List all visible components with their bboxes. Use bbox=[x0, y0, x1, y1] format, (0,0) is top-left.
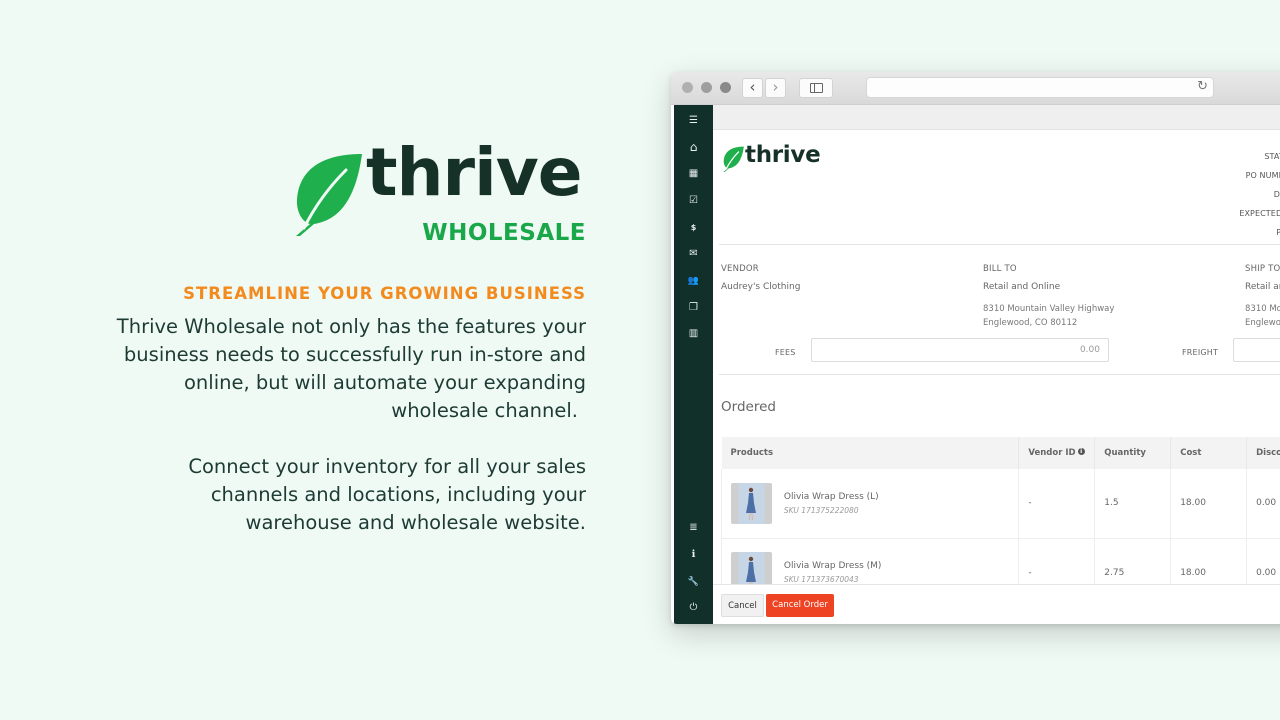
status-label: STATUS bbox=[1264, 152, 1280, 161]
intro-line: business needs to successfully run in-st… bbox=[123, 343, 586, 366]
quantity-cell: 1.5 bbox=[1094, 469, 1172, 539]
freight-label: FREIGHT bbox=[1182, 348, 1219, 357]
column-header-discount[interactable]: Discount bbox=[1246, 437, 1280, 469]
checkbox-icon[interactable]: ☑ bbox=[674, 195, 713, 207]
list-icon[interactable]: ≣ bbox=[674, 522, 713, 534]
thrive-wholesale-logo: thrive WHOLESALE bbox=[288, 140, 588, 248]
vendor-label: VENDOR bbox=[721, 264, 759, 274]
power-icon[interactable]: ⏻ bbox=[674, 602, 713, 614]
discount-cell: 0.00 bbox=[1246, 469, 1280, 539]
divider bbox=[719, 374, 1280, 375]
logo-wordmark: thrive bbox=[745, 142, 821, 168]
menu-icon[interactable]: ☰ bbox=[674, 115, 713, 127]
leaf-logo-icon bbox=[723, 146, 744, 172]
ship-to-address: 8310 Mountain Valley Highway Englewood, … bbox=[1245, 302, 1280, 330]
column-header-cost[interactable]: Cost bbox=[1170, 437, 1248, 469]
fees-input[interactable]: 0.00 bbox=[811, 338, 1109, 362]
cost-cell: 18.00 bbox=[1170, 469, 1248, 539]
users-icon[interactable]: 👥 bbox=[674, 275, 713, 287]
ship-to-name: Retail and Online bbox=[1245, 282, 1280, 292]
window-close-button[interactable] bbox=[682, 82, 693, 93]
app-top-bar bbox=[713, 105, 1280, 130]
brand-subtitle: WHOLESALE bbox=[422, 220, 586, 246]
side-navigation: ☰ ⌂ ▦ ☑ $ ✉ 👥 ❐ ▥ ≣ ℹ 🔧 ⏻ bbox=[674, 105, 713, 624]
browser-window: ‹ › ↻ ☰ ⌂ ▦ ☑ $ ✉ 👥 ❐ ▥ ≣ ℹ 🔧 ⏻ thrive S… bbox=[671, 72, 1280, 624]
vendor-name: Audrey's Clothing bbox=[721, 282, 801, 292]
fees-label: FEES bbox=[775, 348, 796, 357]
intro-line: wholesale channel. bbox=[391, 399, 578, 422]
documents-icon[interactable]: ❐ bbox=[674, 302, 713, 314]
product-name[interactable]: Olivia Wrap Dress (M) bbox=[784, 561, 882, 571]
ordered-section-title: Ordered bbox=[721, 399, 776, 415]
column-header-quantity[interactable]: Quantity bbox=[1094, 437, 1172, 469]
chevron-right-icon: › bbox=[772, 78, 779, 96]
wrench-icon[interactable]: 🔧 bbox=[674, 576, 713, 588]
table-row[interactable]: Olivia Wrap Dress (L) SKU 171375222080 -… bbox=[720, 469, 1280, 539]
ship-to-address-line: 8310 Mountain Valley Highway bbox=[1245, 304, 1280, 314]
bill-to-label: BILL TO bbox=[983, 264, 1017, 274]
forward-button[interactable]: › bbox=[765, 78, 786, 98]
reload-icon[interactable]: ↻ bbox=[1197, 79, 1208, 94]
inventory-line: channels and locations, including your bbox=[210, 483, 586, 506]
bill-to-name: Retail and Online bbox=[983, 282, 1061, 292]
purchase-order-content: thrive STATUS PO NUMBER DATE EXPECTED BY… bbox=[713, 130, 1280, 624]
intro-line: Thrive Wholesale not only has the featur… bbox=[116, 315, 586, 338]
chevron-left-icon: ‹ bbox=[749, 78, 756, 96]
cancel-button[interactable]: Cancel bbox=[721, 594, 764, 617]
bill-to-address: 8310 Mountain Valley Highway Englewood, … bbox=[983, 302, 1114, 330]
info-icon[interactable]: i bbox=[1077, 448, 1085, 455]
dollar-icon[interactable]: $ bbox=[674, 222, 713, 234]
cancel-order-button[interactable]: Cancel Order bbox=[766, 594, 834, 617]
table-header-row: Products Vendor IDi Quantity Cost Discou… bbox=[721, 437, 1280, 469]
chart-icon[interactable]: ▥ bbox=[674, 328, 713, 340]
intro-paragraph: Thrive Wholesale not only has the featur… bbox=[26, 313, 586, 425]
bill-to-address-line: 8310 Mountain Valley Highway bbox=[983, 304, 1115, 314]
intro-line: online, but will automate your expanding bbox=[184, 371, 586, 394]
apps-grid-icon[interactable]: ▦ bbox=[674, 168, 713, 180]
app-viewport: ☰ ⌂ ▦ ☑ $ ✉ 👥 ❐ ▥ ≣ ℹ 🔧 ⏻ thrive STA PO … bbox=[671, 105, 1280, 624]
product-cell: Olivia Wrap Dress (L) SKU 171375222080 bbox=[720, 469, 1020, 539]
brand-wordmark: thrive bbox=[366, 134, 582, 211]
product-thumbnail[interactable] bbox=[731, 482, 772, 524]
divider bbox=[719, 244, 1280, 245]
tagline: STREAMLINE YOUR GROWING BUSINESS bbox=[183, 284, 586, 303]
dress-image-icon bbox=[746, 487, 756, 520]
bill-to-address-line: Englewood, CO 80112 bbox=[983, 318, 1078, 328]
mail-icon[interactable]: ✉ bbox=[674, 248, 713, 260]
product-sku: SKU 171373670043 bbox=[783, 575, 859, 584]
inventory-line: warehouse and wholesale website. bbox=[245, 511, 587, 534]
ship-to-label: SHIP TO bbox=[1245, 264, 1280, 274]
paid-label: PAID bbox=[1276, 228, 1280, 237]
order-meta-labels: STATUS PO NUMBER DATE EXPECTED BY PAID bbox=[1239, 147, 1280, 242]
info-icon[interactable]: ℹ bbox=[674, 549, 713, 561]
freight-input[interactable] bbox=[1233, 338, 1280, 362]
window-minimize-button[interactable] bbox=[701, 82, 712, 93]
column-header-vendor-id[interactable]: Vendor ID i bbox=[1018, 437, 1096, 469]
inventory-paragraph: Connect your inventory for all your sale… bbox=[26, 453, 586, 537]
expected-by-label: EXPECTED BY bbox=[1239, 209, 1280, 218]
po-number-label: PO NUMBER bbox=[1245, 171, 1280, 180]
product-sku: SKU 171375222080 bbox=[783, 505, 859, 515]
sidebar-toggle-button[interactable] bbox=[799, 78, 833, 98]
ship-to-address-line: Englewood, CO 80112 bbox=[1245, 318, 1280, 328]
ordered-items-table: Products Vendor IDi Quantity Cost Discou… bbox=[720, 437, 1280, 608]
window-zoom-button[interactable] bbox=[720, 82, 731, 93]
column-header-products[interactable]: Products bbox=[721, 437, 1020, 469]
browser-titlebar: ‹ › ↻ bbox=[671, 72, 1280, 105]
vendor-id-cell: - bbox=[1018, 469, 1096, 539]
address-bar[interactable]: ↻ bbox=[866, 77, 1214, 98]
leaf-logo-icon bbox=[296, 154, 362, 236]
action-footer: Cancel Cancel Order bbox=[713, 584, 1280, 624]
home-icon[interactable]: ⌂ bbox=[674, 141, 713, 153]
inventory-line: Connect your inventory for all your sale… bbox=[188, 455, 586, 478]
product-name[interactable]: Olivia Wrap Dress (L) bbox=[784, 492, 879, 502]
sidebar-icon bbox=[809, 83, 823, 93]
back-button[interactable]: ‹ bbox=[742, 78, 763, 98]
date-label: DATE bbox=[1273, 190, 1280, 199]
